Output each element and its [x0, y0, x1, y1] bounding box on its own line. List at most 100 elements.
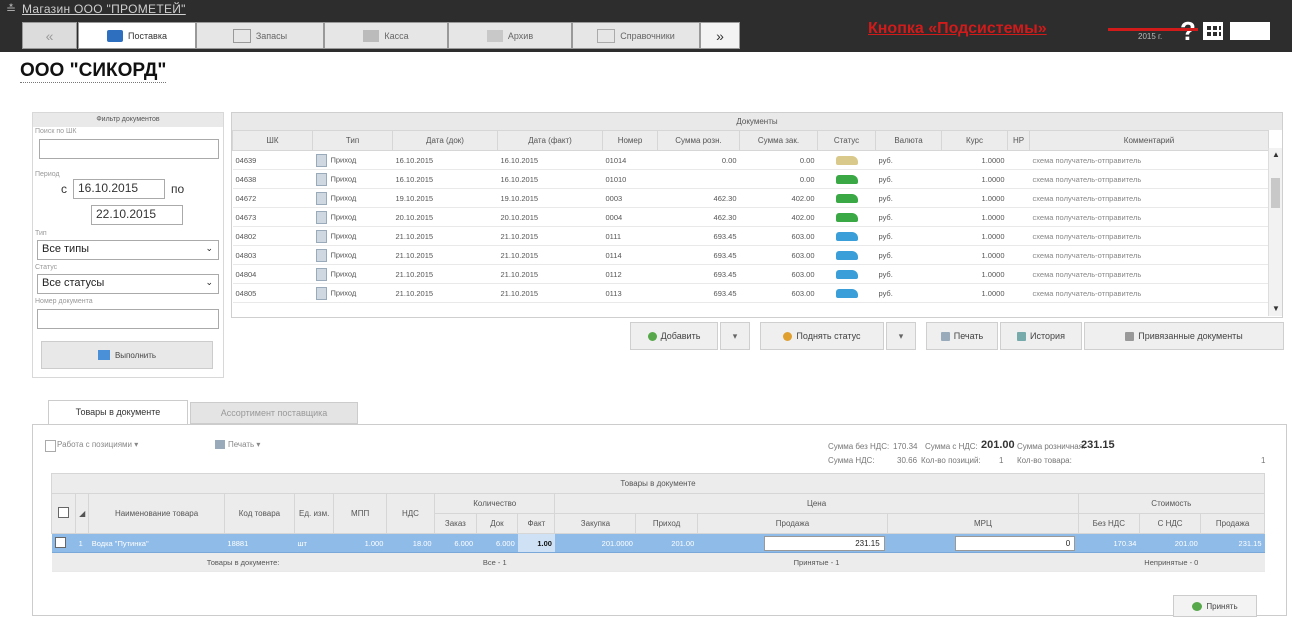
- col-header[interactable]: Комментарий: [1029, 130, 1269, 151]
- col-header[interactable]: Дата (факт): [497, 130, 603, 151]
- cell-comment: схема получатель-отправитель: [1029, 264, 1269, 284]
- tab-supplier-assortment[interactable]: Ассортимент поставщика: [190, 402, 358, 424]
- col-cost-vat[interactable]: С НДС: [1138, 513, 1202, 534]
- doc-type: Приход: [330, 268, 357, 278]
- col-header[interactable]: ШК: [232, 130, 313, 151]
- tab-delivery[interactable]: Поставка: [78, 22, 196, 49]
- price-sale-cell[interactable]: 231.15: [697, 533, 888, 553]
- more-tabs-button[interactable]: »: [700, 22, 740, 49]
- col-header[interactable]: Сумма розн.: [657, 130, 740, 151]
- collapse-chevron-icon[interactable]: ≛: [6, 2, 16, 16]
- sort-icon[interactable]: ◢: [75, 493, 90, 534]
- raise-status-dropdown-button[interactable]: ▾: [886, 322, 916, 350]
- nr-cell: [1007, 188, 1030, 208]
- subsystems-grid-icon[interactable]: [1203, 22, 1223, 40]
- status-truck-icon: [835, 212, 858, 222]
- date-to-field[interactable]: 22.10.2015: [91, 205, 183, 225]
- raise-status-button[interactable]: Поднять статус: [760, 322, 884, 350]
- tab-goods-in-document[interactable]: Товары в документе: [48, 400, 188, 424]
- col-header[interactable]: Дата (док): [392, 130, 498, 151]
- tab-stock[interactable]: Запасы: [196, 22, 324, 49]
- tab-cash[interactable]: Касса: [324, 22, 448, 49]
- table-row[interactable]: 04639 Приход 16.10.2015 16.10.2015 01014 0.00…: [232, 150, 1269, 170]
- table-row[interactable]: 1 Водка "Путинка" 18881 шт 1.000 18.00 6…: [51, 533, 1265, 553]
- select-all-checkbox[interactable]: [58, 507, 70, 518]
- col-header[interactable]: Курс: [941, 130, 1008, 151]
- positions-count-value: 1: [999, 456, 1004, 465]
- col-header[interactable]: Тип: [312, 130, 393, 151]
- col-header[interactable]: Валюта: [875, 130, 942, 151]
- status-select[interactable]: Все статусы ⌄: [37, 274, 219, 294]
- col-header[interactable]: НР: [1007, 130, 1030, 151]
- col-price-purchase[interactable]: Закупка: [554, 513, 637, 534]
- col-qty-order[interactable]: Заказ: [434, 513, 477, 534]
- type-select[interactable]: Все типы ⌄: [37, 240, 219, 260]
- table-row[interactable]: 04673 Приход 20.10.2015 20.10.2015 0004 462.3…: [232, 207, 1269, 227]
- price-mrc-input[interactable]: 0: [954, 535, 1076, 551]
- status-select-value: Все статусы: [42, 277, 105, 289]
- table-row[interactable]: 04804 Приход 21.10.2015 21.10.2015 0112 693.4…: [232, 264, 1269, 284]
- tab-references[interactable]: Справочники: [572, 22, 700, 49]
- col-vat[interactable]: НДС: [385, 493, 436, 534]
- table-row[interactable]: 04638 Приход 16.10.2015 16.10.2015 01010 0.00…: [232, 169, 1269, 189]
- scrollbar-thumb[interactable]: [1271, 178, 1280, 208]
- col-name[interactable]: Наименование товара: [88, 493, 225, 534]
- date-from-field[interactable]: 16.10.2015: [73, 179, 165, 199]
- table-row[interactable]: 04672 Приход 19.10.2015 19.10.2015 0003 462.3…: [232, 188, 1269, 208]
- col-mpp[interactable]: МПП: [333, 493, 387, 534]
- status-truck-icon: [835, 174, 858, 184]
- row-checkbox[interactable]: [54, 536, 66, 548]
- col-code[interactable]: Код товара: [223, 493, 295, 534]
- document-filter-panel: Фильтр документов Поиск по ШК Период с 1…: [32, 112, 224, 378]
- doc-type-cell: Приход: [312, 283, 393, 303]
- linked-documents-button[interactable]: Привязанные документы: [1084, 322, 1284, 350]
- price-sale-input[interactable]: 231.15: [764, 535, 885, 551]
- add-document-button[interactable]: Добавить: [630, 322, 718, 350]
- barcode-search-input[interactable]: [39, 139, 219, 159]
- doc-type-cell: Приход: [312, 169, 393, 189]
- price-mrc-cell[interactable]: 0: [887, 533, 1079, 553]
- col-qty-doc[interactable]: Док: [475, 513, 519, 534]
- accept-button[interactable]: Принять: [1173, 595, 1257, 617]
- print-button[interactable]: Печать: [926, 322, 998, 350]
- table-row[interactable]: 04802 Приход 21.10.2015 21.10.2015 0111 693.4…: [232, 226, 1269, 246]
- cell-date-fact: 21.10.2015: [497, 245, 603, 265]
- cell-num: 0004: [602, 207, 658, 227]
- table-row[interactable]: 04803 Приход 21.10.2015 21.10.2015 0114 693.4…: [232, 245, 1269, 265]
- history-button[interactable]: История: [1000, 322, 1082, 350]
- scroll-down-icon[interactable]: ▼: [1272, 304, 1280, 313]
- col-header[interactable]: Номер: [602, 130, 658, 151]
- col-price-mrc[interactable]: МРЦ: [887, 513, 1079, 534]
- col-cost-no-vat[interactable]: Без НДС: [1077, 513, 1140, 534]
- scroll-up-icon[interactable]: ▲: [1272, 150, 1280, 159]
- col-qty-fact[interactable]: Факт: [517, 513, 556, 534]
- cell-rate: 1.0000: [941, 226, 1008, 246]
- user-card-icon[interactable]: [1230, 22, 1270, 40]
- documents-scrollbar[interactable]: ▲ ▼: [1268, 148, 1282, 316]
- work-with-positions-menu[interactable]: Работа с позициями ▾: [57, 440, 138, 449]
- table-row[interactable]: 04805 Приход 21.10.2015 21.10.2015 0113 693.4…: [232, 283, 1269, 303]
- col-header[interactable]: Статус: [817, 130, 876, 151]
- cell-rate: 1.0000: [941, 150, 1008, 170]
- goods-count-value: 1: [1261, 456, 1266, 465]
- status-truck-icon: [835, 231, 858, 241]
- col-unit[interactable]: Ед. изм.: [293, 493, 335, 534]
- help-icon[interactable]: ?: [1180, 16, 1196, 47]
- cell-num: 0112: [602, 264, 658, 284]
- col-price-sale[interactable]: Продажа: [696, 513, 889, 534]
- print-menu[interactable]: Печать ▾: [228, 440, 260, 449]
- app-title[interactable]: Магазин ООО "ПРОМЕТЕЙ": [22, 2, 186, 16]
- qty-fact[interactable]: 1.00: [517, 533, 555, 553]
- tab-archive[interactable]: Архив: [448, 22, 572, 49]
- add-dropdown-button[interactable]: ▾: [720, 322, 750, 350]
- document-number-input[interactable]: [37, 309, 219, 329]
- col-price-income[interactable]: Приход: [635, 513, 698, 534]
- back-tab-button[interactable]: «: [22, 22, 77, 49]
- organization-title[interactable]: ООО "СИКОРД": [20, 60, 167, 83]
- execute-button[interactable]: Выполнить: [41, 341, 213, 369]
- chevron-down-icon: ⌄: [205, 277, 213, 287]
- col-header[interactable]: Сумма зак.: [739, 130, 818, 151]
- select-all-checkbox-cell[interactable]: [50, 493, 77, 534]
- row-checkbox-cell[interactable]: [51, 533, 76, 553]
- col-cost-sale[interactable]: Продажа: [1200, 513, 1265, 534]
